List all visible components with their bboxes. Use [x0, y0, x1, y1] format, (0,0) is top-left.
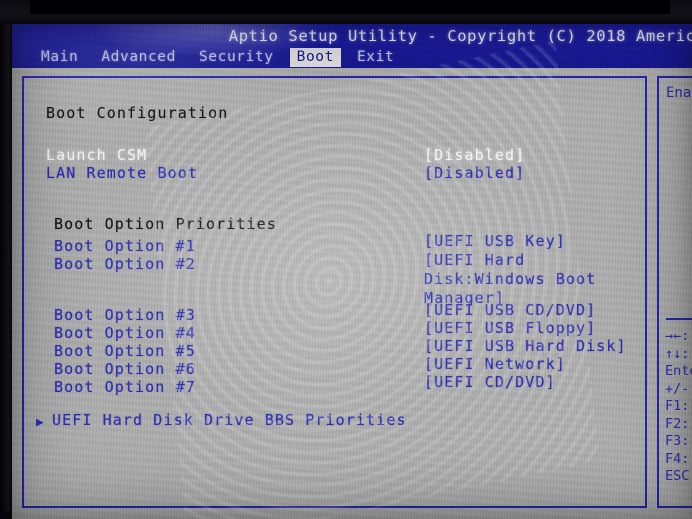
key-legend-esc: ESC: [665, 468, 692, 484]
tab-main[interactable]: Main [34, 48, 85, 67]
setting-label-launch-csm[interactable]: Launch CSM [46, 146, 147, 164]
setting-value-lan-remote-boot[interactable]: [Disabled] [424, 164, 525, 182]
menu-tab-bar: Main Advanced Security Boot Exit [34, 47, 401, 67]
boot-option-label-6[interactable]: Boot Option #6 [54, 360, 196, 378]
key-legend-up-down: ↑↓: [665, 345, 690, 362]
submenu-arrow-icon: ▶ [36, 415, 44, 430]
page-title-text: Aptio Setup Utility - Copyright (C) 2018… [228, 27, 692, 45]
help-pane: Ena →←: ↑↓: Ente +/- F1: F2: F3: F4: ESC… [657, 76, 692, 508]
boot-option-label-1[interactable]: Boot Option #1 [54, 237, 196, 255]
boot-option-label-4[interactable]: Boot Option #4 [54, 324, 196, 342]
monitor-bezel-left [0, 24, 12, 519]
boot-option-label-5[interactable]: Boot Option #5 [54, 342, 196, 360]
tab-boot[interactable]: Boot [289, 47, 341, 67]
submenu-uefi-hard-disk-drive-bbs-priorities[interactable]: UEFI Hard Disk Drive BBS Priorities [52, 411, 407, 429]
monitor-bezel-top [0, 0, 692, 24]
boot-option-value-2[interactable]: [UEFI Hard Disk:Windows Boot Manager] [424, 251, 624, 308]
bios-header-bar: Aptio Setup Utility - Copyright (C) 2018… [12, 24, 692, 68]
key-legend-f1: F1: [665, 398, 690, 414]
boot-option-value-4[interactable]: [UEFI USB Floppy] [424, 319, 596, 337]
boot-option-value-5[interactable]: [UEFI USB Hard Disk] [424, 337, 627, 355]
settings-pane: Boot Configuration Launch CSM [Disabled]… [22, 76, 647, 508]
setting-label-lan-remote-boot[interactable]: LAN Remote Boot [46, 164, 198, 182]
setting-value-launch-csm[interactable]: [Disabled] [424, 146, 525, 164]
key-legend: →←: ↑↓: Ente +/- F1: F2: F3: F4: ESC: [665, 328, 692, 486]
key-legend-f3: F3: [665, 433, 690, 449]
boot-option-label-2[interactable]: Boot Option #2 [54, 255, 196, 273]
tab-advanced[interactable]: Advanced [94, 48, 183, 67]
boot-option-value-7[interactable]: [UEFI CD/DVD] [424, 373, 556, 391]
key-legend-plus-minus: +/- [665, 380, 690, 397]
key-legend-left-right: →←: [665, 328, 690, 344]
boot-option-value-1[interactable]: [UEFI USB Key] [424, 232, 566, 250]
boot-option-label-7[interactable]: Boot Option #7 [54, 378, 196, 396]
help-description: Ena [666, 85, 692, 101]
key-legend-f2: F2: [665, 415, 690, 432]
key-legend-enter: Ente [665, 363, 692, 379]
help-divider [666, 318, 692, 320]
boot-option-value-3[interactable]: [UEFI USB CD/DVD] [424, 301, 596, 319]
section-heading-boot-configuration: Boot Configuration [46, 104, 229, 122]
boot-option-label-3[interactable]: Boot Option #3 [54, 306, 196, 324]
tab-exit[interactable]: Exit [350, 48, 401, 67]
monitor-bezel-top-inner [30, 0, 670, 14]
monitor-photo: Aptio Setup Utility - Copyright (C) 2018… [0, 0, 692, 519]
boot-option-value-6[interactable]: [UEFI Network] [424, 355, 566, 373]
page-title: Aptio Setup Utility - Copyright (C) 2018… [12, 27, 692, 45]
key-legend-f4: F4: [665, 450, 690, 467]
section-heading-boot-option-priorities: Boot Option Priorities [54, 215, 277, 233]
tab-security[interactable]: Security [192, 48, 281, 67]
bios-screen: Aptio Setup Utility - Copyright (C) 2018… [12, 24, 692, 519]
